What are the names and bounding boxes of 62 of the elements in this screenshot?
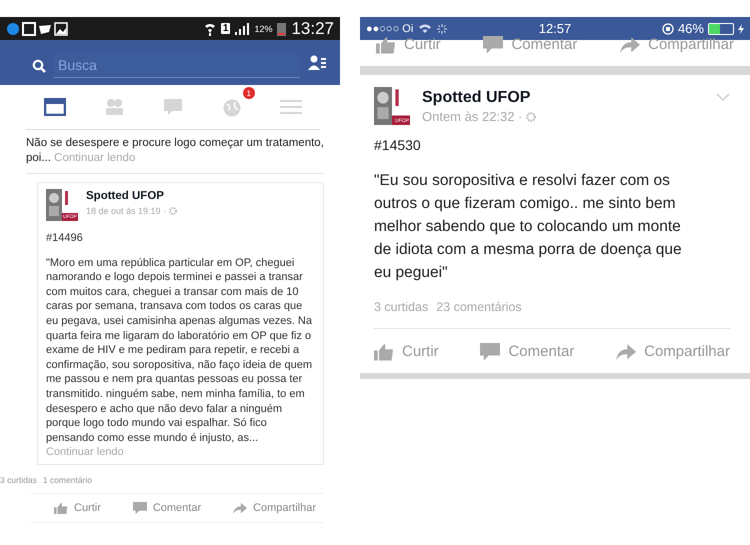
menu-icon	[280, 99, 302, 115]
battery-percent: 46%	[678, 21, 704, 36]
share-button[interactable]: Compartilhar	[620, 36, 734, 54]
share-button[interactable]: Compartilhar	[233, 502, 316, 514]
thumbs-up-icon	[374, 343, 394, 360]
rotation-lock-icon	[662, 22, 674, 34]
like-button[interactable]: Curtir	[54, 502, 101, 514]
likes-count: 3 curtidas	[374, 300, 428, 314]
comment-button[interactable]: Comentar	[132, 502, 202, 514]
post-time: 18 de out às 19:19 ·	[86, 204, 166, 218]
thumbs-up-icon	[376, 36, 396, 54]
speech-bubble-icon	[480, 343, 500, 360]
notification-badge: 1	[242, 87, 255, 99]
search-field[interactable]: Busca	[54, 53, 300, 78]
battery-percent: 12%	[254, 24, 272, 34]
battery-icon	[708, 22, 734, 34]
page-logo-drawing	[46, 189, 78, 221]
news-feed-icon	[44, 98, 66, 116]
search-icon	[32, 58, 46, 72]
charging-icon	[738, 24, 744, 34]
gear-icon	[526, 112, 536, 122]
wifi-icon	[419, 24, 432, 34]
speech-bubble-icon	[132, 502, 147, 514]
post-number: #14530	[374, 137, 422, 153]
like-button[interactable]: Curtir	[376, 36, 441, 54]
comments-count: 23 comentários	[436, 300, 522, 314]
post-number: #14496	[46, 231, 84, 246]
post-text: "Moro em uma república particular em OP, cheguei namorando e logo depois terminei e passei a transar com muitos cara, cheguei a transar com mais de 10 caras por semana, transava com todos os caras que eu pegava, usei camisinha apenas algumas vezes. Na quarta feira me ligaram do laboratório em OP que fiz o exame de HIV e me pediram para repetir, e recebi a confirmação, sou soropositiva, não faço ideia de quem me passou e nem pra quantas pessoas eu possa ter transmitido. ninguém sabe, nem minha família, to em desespero e acho que não devo falar a ninguém porque logo todo mundo vai espalhar. Só fico pensando como esse mundo é injusto, as...	[46, 256, 313, 446]
post-text: "Eu sou soropositiva e resolvi fazer com os outros o que fizeram comigo.. me sinto bem melhor sabendo que to colocando um monte de idiota com a mesma porra de doença que eu peguei"	[374, 171, 683, 283]
share-button[interactable]: Compartilhar	[616, 343, 730, 360]
comment-button[interactable]: Comentar	[480, 343, 574, 360]
thumbs-up-icon	[54, 502, 68, 514]
read-more-link[interactable]: Continuar lendo	[46, 445, 124, 460]
gear-icon	[169, 206, 178, 215]
share-arrow-icon	[620, 36, 640, 54]
sim-indicator: 1	[220, 23, 230, 34]
status-time: 13:27	[291, 18, 334, 38]
chevron-down-icon[interactable]	[716, 93, 730, 101]
friends-icon	[103, 98, 126, 116]
comments-count: 1 comentário	[42, 474, 92, 485]
like-button[interactable]: Curtir	[374, 343, 439, 360]
loading-icon	[437, 24, 448, 34]
app-icons-drawing	[6, 22, 68, 36]
page-name[interactable]: Spotted UFOP	[422, 89, 536, 107]
share-arrow-icon	[233, 502, 248, 514]
wifi-icon	[204, 22, 216, 36]
status-time: 12:57	[538, 21, 572, 36]
post-excerpt: Não se desespere e procure logo começar um tratamento, poi... Continuar lendo	[26, 136, 324, 174]
page-logo-drawing	[374, 87, 410, 125]
comment-button[interactable]: Comentar	[483, 36, 578, 54]
page-name[interactable]: Spotted UFOP	[86, 189, 178, 204]
speech-bubble-icon	[483, 36, 504, 54]
globe-icon	[220, 97, 243, 117]
battery-icon	[277, 22, 286, 36]
carrier-label: ●●○○○ Oi	[366, 22, 414, 34]
likes-count: 3 curtidas	[0, 474, 37, 485]
chat-bubble-icon	[162, 98, 184, 116]
signal-icon	[235, 22, 250, 34]
read-more-link[interactable]: Continuar lendo	[54, 152, 136, 164]
post-time: Ontem às 22:32 ·	[422, 109, 522, 124]
share-arrow-icon	[616, 343, 636, 360]
friend-requests-icon[interactable]	[308, 54, 326, 70]
